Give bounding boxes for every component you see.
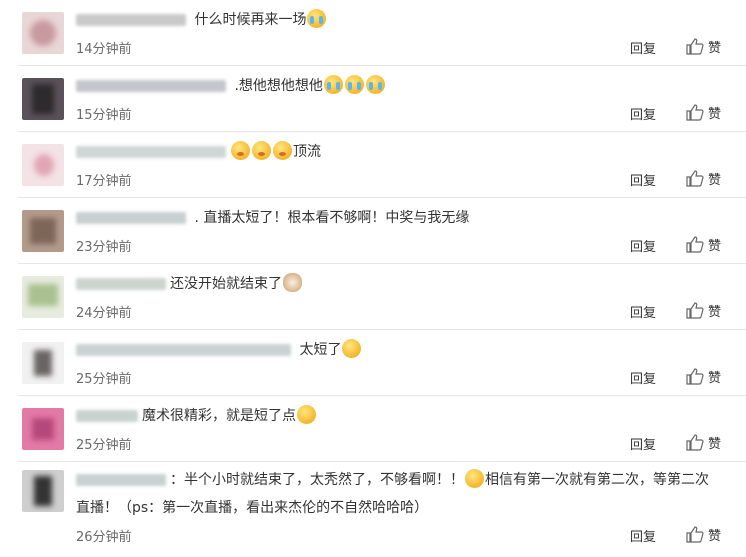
comment-time: 23分钟前	[76, 240, 132, 255]
like-button[interactable]: 赞	[686, 235, 721, 254]
like-label: 赞	[708, 41, 722, 56]
reply-button[interactable]: 回复	[630, 236, 656, 255]
cry-emoji-icon	[365, 75, 385, 94]
avatar[interactable]	[22, 12, 64, 54]
like-label: 赞	[708, 107, 722, 122]
reply-button[interactable]: 回复	[630, 38, 656, 57]
like-label: 赞	[708, 239, 722, 254]
username-blurred[interactable]	[76, 410, 138, 422]
reply-button[interactable]: 回复	[630, 526, 656, 545]
avatar[interactable]	[22, 470, 64, 512]
comment-text: 顶流	[76, 138, 718, 166]
username-blurred[interactable]	[76, 146, 226, 158]
comment-time: 25分钟前	[76, 438, 132, 453]
reply-button[interactable]: 回复	[630, 302, 656, 321]
cry-emoji-icon	[323, 75, 343, 94]
comment-text: 太短了	[76, 336, 718, 364]
comment-text: ：半个小时就结束了，太秃然了，不够看啊！！ 相信有第一次就有第二次，等第二次直播！…	[76, 466, 718, 522]
like-button[interactable]: 赞	[686, 525, 721, 544]
reply-button[interactable]: 回复	[630, 170, 656, 189]
avatar[interactable]	[22, 144, 64, 186]
thumbs-up-icon	[686, 38, 704, 55]
comment-text: . 直播太短了！根本看不够啊！中奖与我无缘	[76, 204, 718, 232]
like-label: 赞	[708, 437, 722, 452]
like-label: 赞	[708, 529, 722, 544]
blush-emoji-icon	[231, 141, 250, 160]
username-blurred[interactable]	[76, 212, 186, 224]
comment-time: 26分钟前	[76, 530, 132, 545]
username-blurred[interactable]	[76, 278, 166, 290]
comment-item: 什么时候再来一场 14分钟前 回复 赞	[0, 0, 746, 66]
embarrassed-emoji-icon	[297, 405, 316, 424]
thumbs-up-icon	[686, 302, 704, 319]
avatar[interactable]	[22, 276, 64, 318]
laugh-cry-emoji-icon	[465, 469, 484, 488]
avatar[interactable]	[22, 210, 64, 252]
comment-item: .想他想他想他 15分钟前 回复 赞	[0, 66, 746, 132]
like-button[interactable]: 赞	[686, 103, 721, 122]
comment-item: . 直播太短了！根本看不够啊！中奖与我无缘 23分钟前 回复 赞	[0, 198, 746, 264]
cry-emoji-icon	[344, 75, 364, 94]
comment-text: 魔术很精彩，就是短了点	[76, 402, 718, 430]
cry-emoji-icon	[307, 9, 327, 28]
comment-item: 太短了 25分钟前 回复 赞	[0, 330, 746, 396]
comment-item: 魔术很精彩，就是短了点 25分钟前 回复 赞	[0, 396, 746, 462]
like-button[interactable]: 赞	[686, 37, 721, 56]
comment-time: 25分钟前	[76, 372, 132, 387]
username-blurred[interactable]	[76, 80, 226, 92]
comment-text: 什么时候再来一场	[76, 6, 718, 34]
avatar[interactable]	[22, 78, 64, 120]
like-label: 赞	[708, 305, 722, 320]
username-blurred[interactable]	[76, 14, 186, 26]
thumbs-up-icon	[686, 104, 704, 121]
blush-emoji-icon	[252, 141, 271, 160]
blush-emoji-icon	[273, 141, 292, 160]
laugh-cry-emoji-icon	[342, 339, 362, 358]
comment-text: .想他想他想他	[76, 72, 718, 100]
like-button[interactable]: 赞	[686, 367, 721, 386]
reply-button[interactable]: 回复	[630, 368, 656, 387]
like-label: 赞	[708, 173, 722, 188]
avatar[interactable]	[22, 408, 64, 450]
thumbs-up-icon	[686, 368, 704, 385]
comment-text: 还没开始就结束了	[76, 270, 718, 298]
cat-emoji-icon	[283, 273, 302, 292]
like-label: 赞	[708, 371, 722, 386]
thumbs-up-icon	[686, 434, 704, 451]
like-button[interactable]: 赞	[686, 169, 721, 188]
thumbs-up-icon	[686, 526, 704, 543]
comment-item: 还没开始就结束了 24分钟前 回复 赞	[0, 264, 746, 330]
username-blurred[interactable]	[76, 474, 166, 486]
comment-item: ：半个小时就结束了，太秃然了，不够看啊！！ 相信有第一次就有第二次，等第二次直播！…	[0, 462, 746, 557]
reply-button[interactable]: 回复	[630, 104, 656, 123]
avatar[interactable]	[22, 342, 64, 384]
thumbs-up-icon	[686, 236, 704, 253]
username-blurred[interactable]	[76, 344, 291, 356]
comment-time: 15分钟前	[76, 108, 132, 123]
comment-time: 17分钟前	[76, 174, 132, 189]
comment-time: 24分钟前	[76, 306, 132, 321]
like-button[interactable]: 赞	[686, 433, 721, 452]
reply-button[interactable]: 回复	[630, 434, 656, 453]
comment-item: 顶流 17分钟前 回复 赞	[0, 132, 746, 198]
like-button[interactable]: 赞	[686, 301, 721, 320]
thumbs-up-icon	[686, 170, 704, 187]
comment-time: 14分钟前	[76, 42, 132, 57]
